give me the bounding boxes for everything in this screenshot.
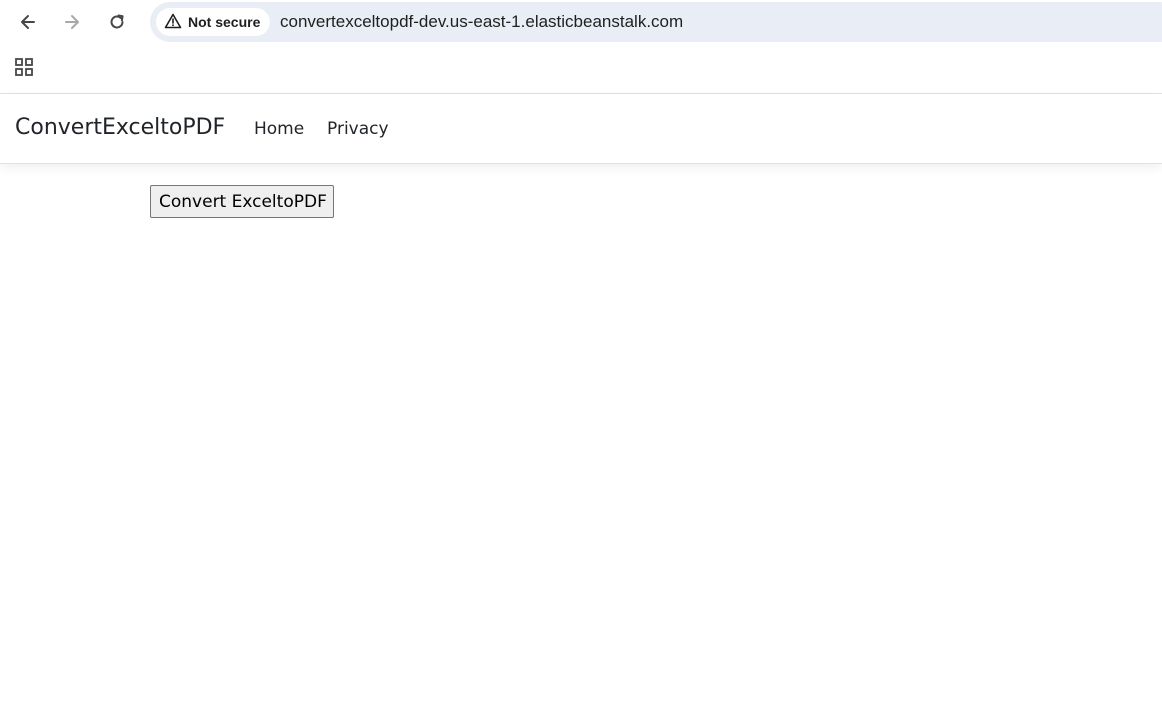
- forward-button[interactable]: [56, 6, 88, 38]
- reload-icon: [107, 12, 127, 32]
- warning-triangle-icon: [164, 13, 182, 32]
- site-navbar: ConvertExceltoPDF Home Privacy: [0, 94, 1162, 164]
- nav-link-privacy[interactable]: Privacy: [327, 119, 389, 139]
- back-button[interactable]: [12, 6, 44, 38]
- address-bar[interactable]: Not secure convertexceltopdf-dev.us-east…: [150, 2, 1162, 42]
- bookmarks-bar: [0, 45, 1162, 94]
- arrow-right-icon: [62, 12, 82, 32]
- arrow-left-icon: [18, 12, 38, 32]
- apps-button[interactable]: [10, 55, 38, 83]
- convert-excel-to-pdf-button[interactable]: Convert ExceltoPDF: [150, 185, 334, 218]
- nav-link-home[interactable]: Home: [254, 119, 304, 139]
- security-indicator[interactable]: Not secure: [156, 8, 271, 36]
- site-brand-link[interactable]: ConvertExceltoPDF: [15, 115, 225, 140]
- apps-grid-icon: [14, 57, 34, 82]
- browser-toolbar: Not secure convertexceltopdf-dev.us-east…: [0, 0, 1162, 45]
- reload-button[interactable]: [101, 6, 133, 38]
- security-label: Not secure: [188, 14, 261, 30]
- url-text[interactable]: convertexceltopdf-dev.us-east-1.elasticb…: [280, 12, 683, 32]
